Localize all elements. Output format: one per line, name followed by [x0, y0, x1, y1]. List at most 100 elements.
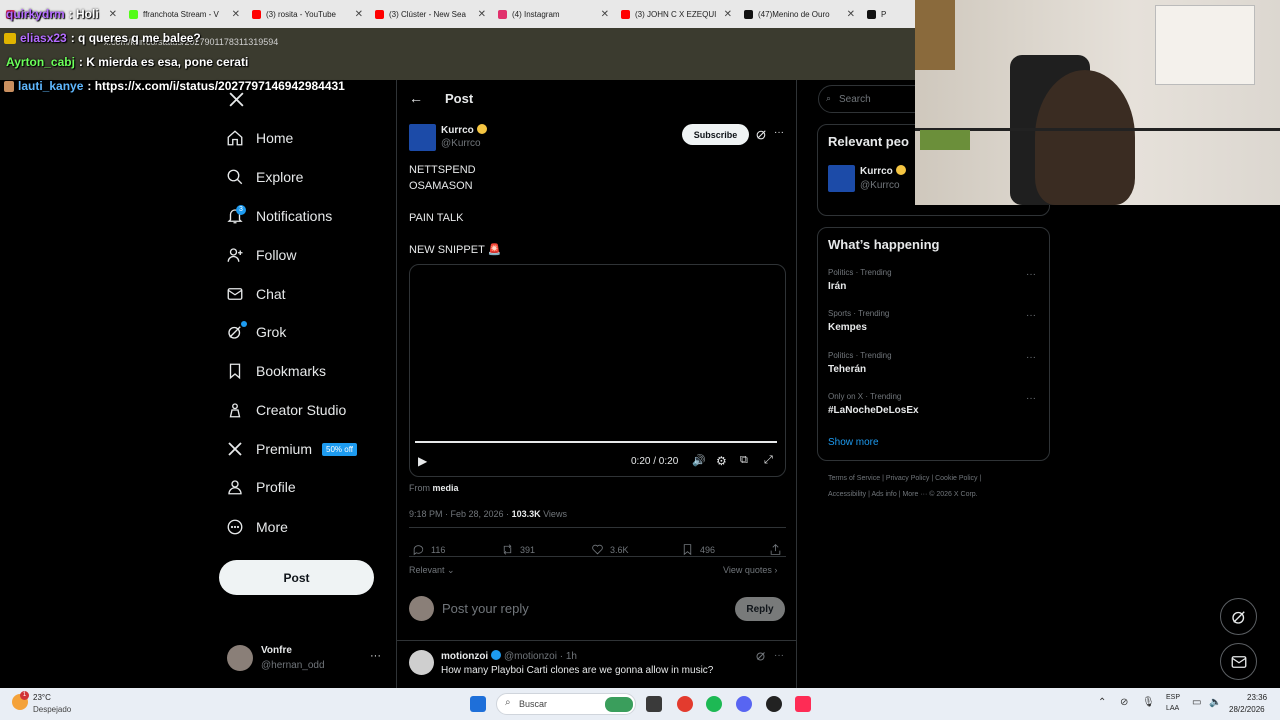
nav-profile[interactable]: Profile — [226, 472, 296, 502]
nav-explore[interactable]: Explore — [226, 162, 303, 192]
close-icon[interactable]: ✕ — [109, 9, 117, 20]
tray-chevron-up-icon[interactable]: ⌃ — [1098, 697, 1106, 708]
tiktok-icon[interactable] — [795, 696, 811, 712]
close-icon[interactable]: ✕ — [724, 9, 732, 20]
grok-icon[interactable] — [755, 650, 767, 662]
premium-discount-badge: 50% off — [322, 442, 357, 456]
relevant-person-name[interactable]: Kurrco — [860, 165, 906, 177]
avatar[interactable] — [227, 645, 253, 671]
post-more-icon[interactable]: ··· — [774, 127, 784, 138]
trend-item[interactable]: Sports · Trending Kempes — [828, 309, 889, 333]
microphone-icon[interactable]: 🎙 — [1142, 697, 1155, 708]
view-quotes-link[interactable]: View quotes › — [723, 565, 777, 575]
subscribe-button[interactable]: Subscribe — [682, 124, 749, 145]
browser-tab[interactable]: (4) Instagram ✕ — [492, 0, 615, 28]
nav-creator-studio[interactable]: Creator Studio — [226, 395, 346, 425]
show-more-link[interactable]: Show more — [828, 437, 879, 448]
card-title: What’s happening — [828, 237, 940, 252]
windows-start-icon[interactable] — [470, 696, 486, 712]
trend-more-icon[interactable]: ··· — [1026, 393, 1036, 404]
network-off-icon[interactable]: ⊘ — [1120, 697, 1128, 708]
volume-icon[interactable]: 🔊 — [692, 454, 706, 467]
obs-icon[interactable] — [766, 696, 782, 712]
browser-tab[interactable]: (3) Clúster - New Sea ✕ — [369, 0, 492, 28]
play-icon[interactable]: ▶ — [418, 454, 427, 468]
reply-button[interactable]: Reply — [735, 597, 785, 621]
nav-more[interactable]: More — [226, 512, 288, 542]
author-avatar[interactable] — [828, 165, 855, 192]
search-input[interactable]: ⌕ Search — [818, 85, 928, 113]
trend-more-icon[interactable]: ··· — [1026, 352, 1036, 363]
source-link[interactable]: media — [433, 483, 459, 493]
divider — [409, 556, 786, 557]
x-logo-icon[interactable] — [228, 91, 245, 108]
page-title: Post — [445, 91, 474, 106]
relevant-person-handle: @Kurrco — [860, 180, 900, 191]
nav-chat[interactable]: Chat — [226, 279, 286, 309]
close-icon[interactable]: ✕ — [232, 9, 240, 20]
browser-tab[interactable]: (47)Menino de Ouro ✕ — [738, 0, 861, 28]
close-icon[interactable]: ✕ — [355, 9, 363, 20]
bookmark-action[interactable]: 496 — [681, 543, 715, 556]
reply-input[interactable]: Post your reply — [442, 601, 529, 616]
video-progress-bar[interactable] — [415, 441, 777, 443]
verified-gold-icon — [895, 165, 906, 175]
chat-message: eliasx23: q queres q me balee? — [4, 31, 201, 45]
fullscreen-icon[interactable]: ⤢ — [764, 454, 773, 467]
footer-links[interactable]: Terms of Service | Privacy Policy | Cook… — [828, 475, 981, 482]
post-button[interactable]: Post — [219, 560, 374, 595]
author-handle[interactable]: @Kurrco — [441, 138, 481, 149]
taskbar-search-input[interactable]: ⌕ Buscar — [496, 693, 636, 715]
nav-premium[interactable]: Premium 50% off — [226, 434, 357, 464]
like-action[interactable]: 3.6K — [591, 543, 629, 556]
monitor-icon[interactable]: ▭ — [1192, 697, 1201, 708]
messages-float-button[interactable] — [1220, 643, 1257, 680]
grok-icon[interactable] — [755, 128, 768, 141]
trend-item[interactable]: Politics · Trending Teherán — [828, 351, 892, 375]
browser-tab[interactable]: P — [861, 0, 901, 28]
spotify-icon[interactable] — [706, 696, 722, 712]
trend-more-icon[interactable]: ··· — [1026, 269, 1036, 280]
weather-temp[interactable]: 23°C — [33, 693, 51, 702]
close-icon[interactable]: ✕ — [847, 9, 855, 20]
grok-float-button[interactable] — [1220, 598, 1257, 635]
discord-icon[interactable] — [736, 696, 752, 712]
grok-dot-badge — [241, 321, 247, 327]
back-arrow-icon[interactable]: ← — [409, 90, 423, 106]
video-player[interactable]: ▶ 0:20 / 0:20 🔊 ⚙ ⧉ ⤢ — [409, 264, 786, 477]
sort-dropdown[interactable]: Relevant ⌄ — [409, 565, 455, 576]
browser-tab[interactable]: (3) rosita - YouTube ✕ — [246, 0, 369, 28]
account-more-icon[interactable]: ··· — [370, 650, 381, 662]
reply-more-icon[interactable]: ··· — [774, 650, 784, 661]
reply-action[interactable]: 116 — [412, 543, 445, 556]
trend-item[interactable]: Politics · Trending Irán — [828, 268, 892, 292]
trend-item[interactable]: Only on X · Trending #LaNocheDeLosEx — [828, 392, 919, 416]
nav-grok[interactable]: Grok — [226, 317, 286, 347]
nav-follow[interactable]: Follow — [226, 240, 296, 270]
task-view-icon[interactable] — [646, 696, 662, 712]
close-icon[interactable]: ✕ — [478, 9, 486, 20]
picture-in-picture-icon[interactable]: ⧉ — [740, 454, 748, 467]
speaker-icon[interactable]: 🔈 — [1209, 697, 1221, 708]
browser-tab[interactable]: (3) JOHN C X EZEQUI ✕ — [615, 0, 738, 28]
reply-author-row[interactable]: motionzoi @motionzoi · 1h — [441, 650, 577, 662]
footer-links[interactable]: Accessibility | Ads info | More ··· © 20… — [828, 491, 978, 498]
repost-icon — [503, 544, 512, 555]
language-indicator[interactable]: ESP — [1166, 694, 1180, 701]
nav-home[interactable]: Home — [226, 123, 293, 153]
tiktok-icon — [867, 9, 876, 19]
chrome-icon[interactable] — [677, 696, 693, 712]
search-icon: ⌕ — [505, 697, 511, 708]
repost-action[interactable]: 391 — [501, 543, 535, 556]
browser-tab[interactable]: ffranchota Stream - V ✕ — [123, 0, 246, 28]
settings-gear-icon[interactable]: ⚙ — [716, 454, 727, 468]
clock-time[interactable]: 23:36 — [1247, 693, 1267, 702]
share-action[interactable] — [769, 543, 788, 556]
author-avatar[interactable] — [409, 124, 436, 151]
account-name: Vonfre — [261, 645, 292, 656]
close-icon[interactable]: ✕ — [601, 9, 609, 20]
author-name-row[interactable]: Kurrco — [441, 124, 487, 136]
trend-more-icon[interactable]: ··· — [1026, 310, 1036, 321]
avatar[interactable] — [409, 650, 434, 675]
nav-bookmarks[interactable]: Bookmarks — [226, 356, 326, 386]
